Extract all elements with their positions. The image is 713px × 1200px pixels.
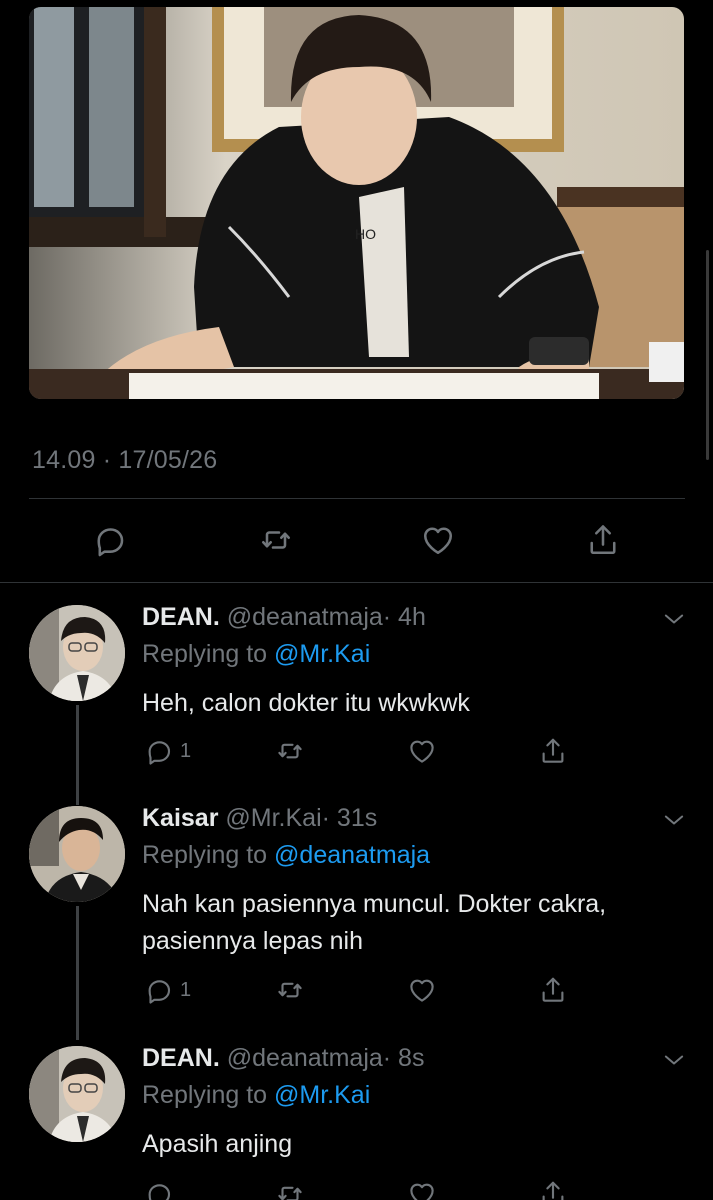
replying-prefix: Replying to (142, 640, 268, 668)
reply-action-bar: 1 (0, 970, 713, 1010)
reply-text: Heh, calon dokter itu wkwkwk (142, 689, 470, 717)
reply-icon (97, 528, 124, 557)
retweet-icon (278, 1186, 302, 1200)
reply-count: 1 (180, 978, 192, 1001)
reply-count: 1 (180, 739, 192, 762)
avatar[interactable] (29, 605, 125, 701)
reply-button[interactable] (144, 1174, 180, 1200)
tweet-action-bar (0, 515, 713, 565)
heart-icon (410, 979, 434, 1002)
like-button[interactable] (407, 731, 437, 771)
retweet-icon (278, 743, 302, 759)
reply-time: · 8s (382, 1044, 425, 1072)
mention-link[interactable]: @Mr.Kai (274, 640, 370, 668)
divider (29, 498, 685, 499)
chevron-down-icon[interactable] (660, 1046, 688, 1074)
reply-action-bar (0, 1174, 713, 1200)
avatar[interactable] (29, 1046, 125, 1142)
handle[interactable]: @Mr.Kai (225, 804, 321, 832)
chevron-down-icon[interactable] (660, 806, 688, 834)
share-button[interactable] (538, 731, 568, 771)
reply-button[interactable]: 1 (144, 731, 191, 771)
replying-prefix: Replying to (142, 1081, 268, 1109)
share-icon (542, 1181, 564, 1200)
handle[interactable]: @deanatmaja (227, 603, 383, 631)
retweet-icon (278, 982, 302, 998)
shirt-text: HO (355, 226, 376, 242)
retweet-button[interactable] (275, 970, 305, 1010)
tweet-photo[interactable]: HO (29, 7, 684, 399)
reply-icon (148, 980, 171, 1004)
reply-icon (148, 741, 171, 765)
divider (0, 582, 713, 583)
reply-time: · 4h (382, 603, 426, 631)
replying-to: Replying to @Mr.Kai (142, 1081, 370, 1110)
share-button[interactable] (581, 515, 625, 565)
scrollbar[interactable] (706, 250, 709, 460)
share-icon (542, 977, 564, 1002)
reply-button[interactable]: 1 (144, 970, 191, 1010)
heart-icon (410, 740, 434, 763)
reply-header: Kaisar @Mr.Kai· 31s (142, 804, 377, 833)
reply-header: DEAN. @deanatmaja· 8s (142, 1044, 424, 1073)
reply-tweet[interactable]: DEAN. @deanatmaja· 4h Replying to @Mr.Ka… (0, 603, 713, 805)
share-icon (590, 525, 616, 555)
reply-tweet[interactable]: DEAN. @deanatmaja· 8s Replying to @Mr.Ka… (0, 1044, 713, 1200)
reply-icon (148, 1184, 171, 1200)
reply-button[interactable] (88, 515, 132, 565)
heart-icon (410, 1183, 434, 1200)
reply-text: Nah kan pasiennya muncul. Dokter cakra, … (142, 890, 607, 955)
retweet-button[interactable] (254, 515, 298, 565)
share-icon (542, 738, 564, 763)
handle[interactable]: @deanatmaja (227, 1044, 383, 1072)
like-button[interactable] (407, 970, 437, 1010)
reply-text: Apasih anjing (142, 1130, 293, 1158)
replying-to: Replying to @deanatmaja (142, 841, 430, 870)
replying-prefix: Replying to (142, 841, 268, 869)
like-button[interactable] (407, 1174, 437, 1200)
reply-tweet[interactable]: Kaisar @Mr.Kai· 31s Replying to @deanatm… (0, 804, 713, 1040)
mention-link[interactable]: @Mr.Kai (274, 1081, 370, 1109)
chevron-down-icon[interactable] (660, 605, 688, 633)
reply-action-bar: 1 (0, 731, 713, 771)
retweet-icon (261, 531, 291, 549)
display-name[interactable]: Kaisar (142, 804, 218, 832)
heart-icon (423, 527, 453, 555)
avatar[interactable] (29, 806, 125, 902)
share-button[interactable] (538, 970, 568, 1010)
reply-header: DEAN. @deanatmaja· 4h (142, 603, 426, 632)
display-name[interactable]: DEAN. (142, 1044, 220, 1072)
retweet-button[interactable] (275, 731, 305, 771)
replying-to: Replying to @Mr.Kai (142, 640, 370, 669)
mention-link[interactable]: @deanatmaja (274, 841, 430, 869)
tweet-timestamp: 14.09 · 17/05/26 (32, 446, 218, 474)
reply-time: · 31s (321, 804, 378, 832)
like-button[interactable] (416, 515, 460, 565)
share-button[interactable] (538, 1174, 568, 1200)
display-name[interactable]: DEAN. (142, 603, 220, 631)
retweet-button[interactable] (275, 1174, 305, 1200)
